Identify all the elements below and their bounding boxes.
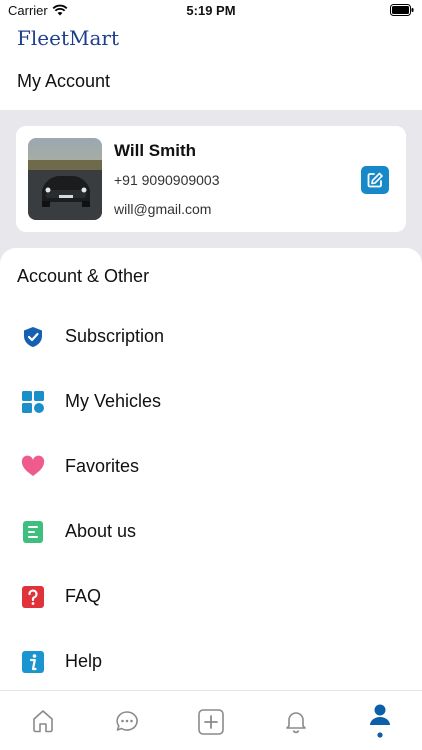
profile-phone: +91 9090909003 [114, 172, 220, 188]
profile-name: Will Smith [114, 141, 197, 160]
menu-label: My Vehicles [65, 391, 162, 411]
profile-email: will@gmail.com [114, 201, 212, 217]
page-title: My Account [17, 71, 111, 91]
add-icon[interactable] [198, 707, 224, 735]
question-icon [22, 586, 44, 608]
bell-icon[interactable] [284, 707, 308, 735]
menu-label: About us [65, 521, 137, 541]
menu-item-faq[interactable]: FAQ [0, 576, 422, 620]
chat-icon[interactable] [115, 707, 139, 735]
document-icon [23, 521, 43, 543]
menu-label: FAQ [65, 586, 102, 606]
profile-card: Will Smith +91 9090909003 will@gmail.com [16, 126, 406, 232]
menu-item-about-us[interactable]: About us [0, 511, 422, 555]
bottom-tab-bar [0, 690, 422, 750]
battery-icon [390, 4, 414, 16]
avatar [28, 138, 102, 220]
menu-label: Subscription [65, 326, 165, 346]
status-bar: Carrier 5:19 PM [0, 0, 422, 22]
menu-item-subscription[interactable]: Subscription [0, 316, 422, 360]
shield-check-icon [24, 327, 42, 347]
status-time: 5:19 PM [186, 3, 236, 18]
grid-icon [22, 391, 44, 413]
home-icon[interactable] [31, 707, 55, 735]
menu-item-help[interactable]: Help [0, 641, 422, 685]
menu-label: Favorites [65, 456, 140, 476]
my-account-screen: Carrier 5:19 PM FleetMart My Account Wil… [0, 0, 422, 750]
profile-icon[interactable] [368, 703, 392, 739]
menu-label: Help [65, 651, 103, 671]
heart-icon [21, 455, 45, 476]
edit-profile-button[interactable] [361, 166, 389, 194]
info-icon [22, 651, 44, 673]
app-logo: FleetMart [17, 26, 119, 50]
account-menu: Account & Other Subscription My Vehicles… [0, 248, 422, 690]
menu-item-favorites[interactable]: Favorites [0, 446, 422, 490]
edit-icon [367, 172, 383, 188]
section-title: Account & Other [17, 266, 150, 286]
menu-item-my-vehicles[interactable]: My Vehicles [0, 381, 422, 425]
